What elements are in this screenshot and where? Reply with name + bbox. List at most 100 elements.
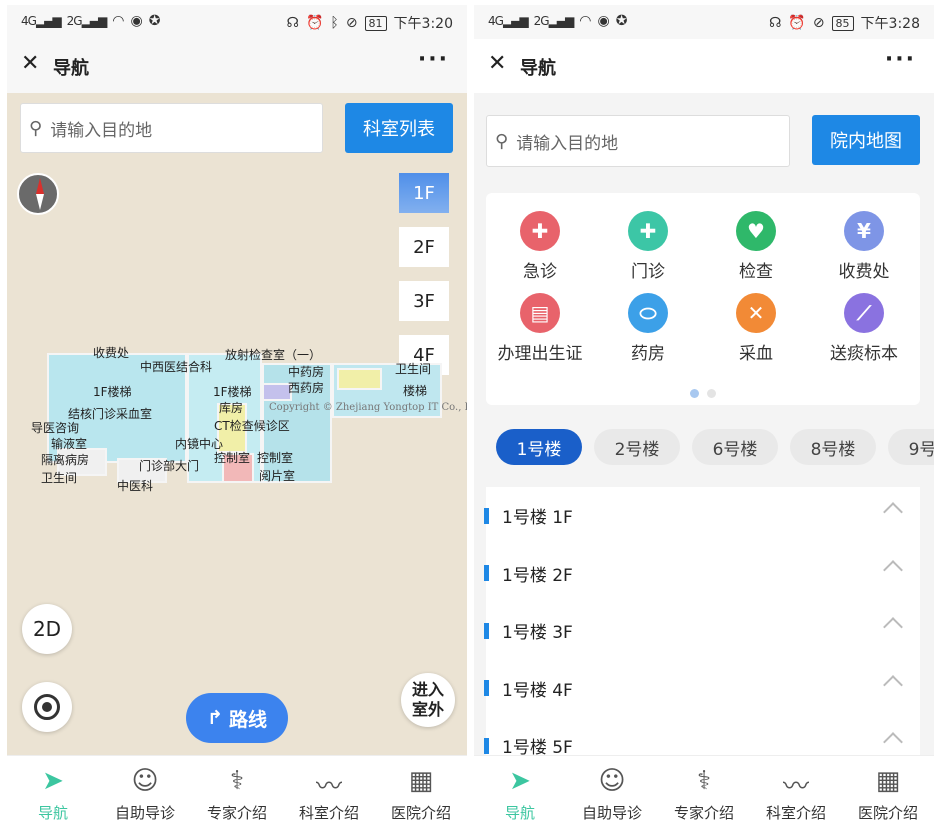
tab-building-9[interactable]: 9号楼: [888, 429, 934, 465]
search-icon: ⚲: [29, 117, 43, 139]
service-pharmacy[interactable]: ⬭ 药房: [594, 293, 702, 364]
hospital-icon: ▦: [408, 766, 434, 796]
pulse-icon: 〰: [315, 772, 342, 802]
globe-icon: ◉: [130, 13, 143, 29]
route-button[interactable]: ↱ 路线: [186, 693, 288, 743]
nav-item-experts[interactable]: ⚕ 专家介绍: [658, 756, 750, 831]
clinic-icon: ✚: [628, 211, 668, 251]
nav-label: 导航: [37, 804, 68, 822]
nav-label: 自助导诊: [114, 804, 175, 822]
nav-item-self-triage[interactable]: ☺ 自助导诊: [566, 756, 658, 831]
chevron-up-icon[interactable]: [883, 617, 903, 637]
go-outdoor-button[interactable]: 进入 室外: [401, 673, 455, 727]
emergency-icon: ✚: [520, 211, 560, 251]
nav-item-self-triage[interactable]: ☺ 自助导诊: [99, 756, 191, 831]
nav-label: 专家介绍: [673, 804, 734, 822]
tab-building-8[interactable]: 8号楼: [790, 429, 876, 465]
search-input[interactable]: ⚲ 请输入目的地: [486, 115, 790, 167]
service-payment[interactable]: ¥ 收费处: [810, 211, 918, 282]
locate-icon: [34, 694, 60, 720]
hospital-icon: ▦: [875, 766, 901, 796]
floor-button-3f[interactable]: 3F: [399, 281, 449, 321]
accent-bar: [484, 680, 489, 697]
floor-button-1f[interactable]: 1F: [399, 173, 449, 213]
more-icon[interactable]: ···: [885, 47, 916, 72]
nav-item-navigation[interactable]: ➤ 导航: [7, 756, 99, 831]
list-item[interactable]: 1号楼 5F: [484, 717, 920, 755]
compass-icon[interactable]: [17, 173, 59, 215]
map-label: 导医咨询: [31, 421, 80, 435]
map-label: 库房: [219, 401, 244, 415]
chevron-up-icon[interactable]: [883, 559, 903, 580]
floor-name: 1号楼 3F: [502, 623, 573, 644]
room-block: [337, 368, 382, 390]
main-content: ⚲ 请输入目的地 院内地图 ✚ 急诊 ✚ 门诊 ♥ 检查 ¥ 收费处 ▤ 办理出…: [474, 93, 934, 755]
nav-label: 医院介绍: [390, 804, 451, 822]
wifi-icon: ◠: [579, 13, 592, 29]
accent-bar: [484, 507, 489, 524]
mute-icon: ⊘: [345, 15, 358, 31]
nav-item-experts[interactable]: ⚕ 专家介绍: [191, 756, 283, 831]
accent-bar: [484, 622, 489, 639]
map-label: 收费处: [93, 346, 130, 360]
page-dot: [707, 389, 716, 398]
battery-icon: 81: [364, 15, 387, 31]
more-icon[interactable]: ···: [418, 47, 449, 72]
map-label: 结核门诊采血室: [68, 407, 153, 421]
robot-icon: ☺: [131, 766, 159, 796]
service-birth-certificate[interactable]: ▤ 办理出生证: [486, 293, 594, 364]
service-label: 采血: [739, 344, 773, 364]
service-clinic[interactable]: ✚ 门诊: [594, 211, 702, 282]
search-placeholder: 请输入目的地: [516, 133, 619, 154]
floor-button-2f[interactable]: 2F: [399, 227, 449, 267]
map-label: CT检查候诊区: [214, 419, 290, 433]
nav-item-hospital[interactable]: ▦ 医院介绍: [842, 756, 934, 831]
list-item[interactable]: 1号楼 4F: [484, 660, 920, 718]
nav-item-hospital[interactable]: ▦ 医院介绍: [375, 756, 467, 831]
map-label: 卫生间: [395, 362, 432, 376]
accent-bar: [484, 737, 489, 754]
chevron-up-icon[interactable]: [883, 502, 903, 522]
doctor-icon: ⚕: [229, 766, 245, 796]
close-icon[interactable]: ✕: [488, 51, 506, 76]
indoor-map[interactable]: ⚲ 请输入目的地 科室列表 1F 2F 3F 4F 收费处 中西医结合科 放射检…: [7, 93, 467, 755]
floor-name: 1号楼 2F: [502, 565, 573, 586]
hospital-map-button[interactable]: 院内地图: [812, 115, 920, 165]
chevron-up-icon[interactable]: [883, 674, 903, 695]
tab-building-2[interactable]: 2号楼: [594, 429, 680, 465]
accent-bar: [484, 565, 489, 582]
alarm-icon: ⏰: [788, 15, 806, 31]
list-item[interactable]: 1号楼 3F: [484, 602, 920, 660]
close-icon[interactable]: ✕: [21, 51, 39, 76]
view-toggle-2d-button[interactable]: 2D: [22, 604, 72, 654]
nav-item-departments[interactable]: 〰 科室介绍: [750, 756, 842, 831]
title-bar: ✕ 导航 ···: [7, 39, 467, 93]
title-bar: ✕ 导航 ···: [474, 39, 934, 93]
tab-building-1[interactable]: 1号楼: [496, 429, 582, 465]
nav-label: 自助导诊: [581, 804, 642, 822]
pulse-icon: 〰: [782, 772, 809, 802]
map-label: 中医科: [117, 479, 154, 493]
chevron-up-icon[interactable]: [883, 732, 903, 752]
outdoor-label: 室外: [411, 700, 444, 719]
service-emergency[interactable]: ✚ 急诊: [486, 211, 594, 282]
service-label: 收费处: [838, 262, 890, 282]
nav-item-departments[interactable]: 〰 科室介绍: [283, 756, 375, 831]
service-label: 送痰标本: [830, 344, 898, 364]
list-item[interactable]: 1号楼 1F: [484, 487, 920, 545]
search-placeholder: 请输入目的地: [50, 120, 153, 141]
tab-building-6[interactable]: 6号楼: [692, 429, 778, 465]
outdoor-label: 进入: [411, 680, 444, 699]
service-blood-draw[interactable]: ✕ 采血: [702, 293, 810, 364]
search-input[interactable]: ⚲ 请输入目的地: [20, 103, 323, 153]
service-examination[interactable]: ♥ 检查: [702, 211, 810, 282]
department-list-button[interactable]: 科室列表: [345, 103, 453, 153]
list-item[interactable]: 1号楼 2F: [484, 545, 920, 603]
service-specimen[interactable]: ⟋ 送痰标本: [810, 293, 918, 364]
status-time: 下午3:28: [860, 16, 920, 32]
headphone-icon: ☊: [286, 15, 299, 31]
locate-button[interactable]: [22, 682, 72, 732]
nav-item-navigation[interactable]: ➤ 导航: [474, 756, 566, 831]
map-label: 控制室: [257, 451, 294, 465]
signal-icon: 4G▂▄▆: [488, 14, 529, 28]
